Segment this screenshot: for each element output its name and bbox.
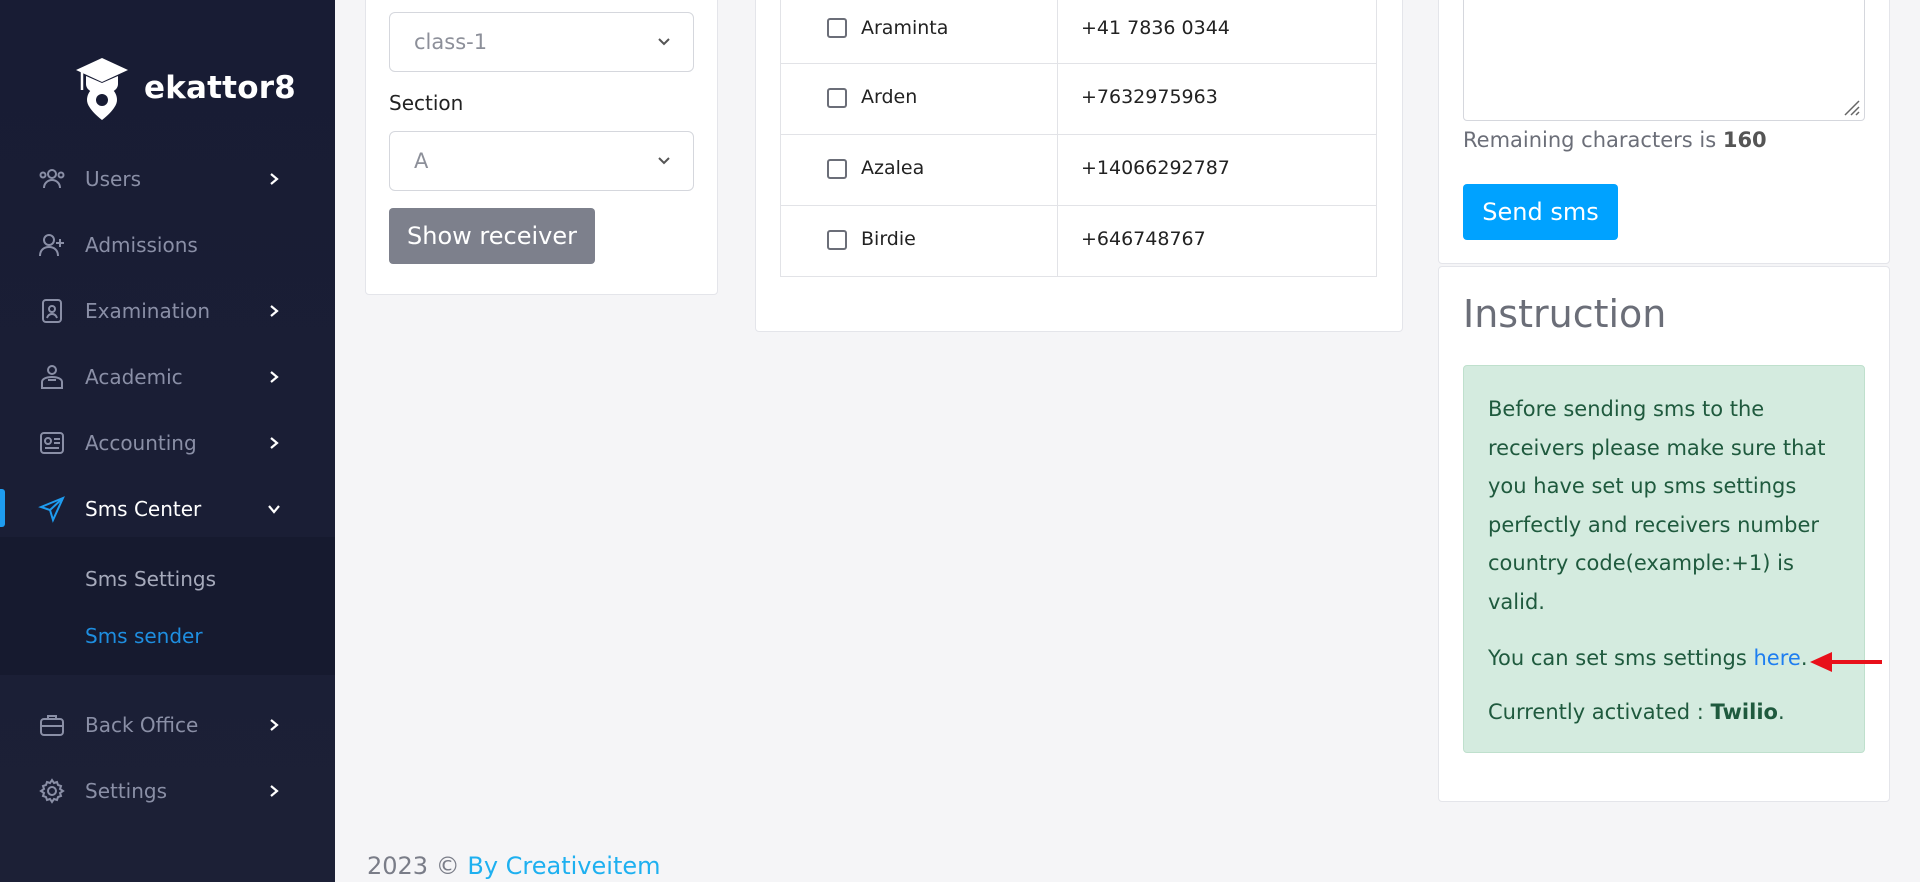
sidebar-item-settings[interactable]: Settings <box>0 763 335 819</box>
name-cell: Arden <box>781 64 1058 134</box>
chevron-right-icon <box>270 371 279 383</box>
chevron-right-icon <box>270 437 279 449</box>
receiver-checkbox[interactable] <box>827 88 847 108</box>
chevron-right-icon <box>270 719 279 731</box>
red-arrow-icon <box>1810 652 1882 672</box>
sidebar-item-examination[interactable]: Examination <box>0 283 335 339</box>
graduation-cap-icon <box>76 58 128 120</box>
receiver-name: Arden <box>861 86 918 108</box>
exam-icon <box>42 299 62 323</box>
sidebar-item-accounting[interactable]: Accounting <box>0 415 335 471</box>
sidebar-item-label: Users <box>85 167 142 191</box>
send-sms-button[interactable]: Send sms <box>1463 184 1618 240</box>
footer: 2023 © By Creativeitem <box>367 852 661 880</box>
resize-handle-icon[interactable] <box>1842 98 1860 116</box>
class-select-value: class-1 <box>414 30 488 54</box>
chevron-down-icon <box>268 505 280 514</box>
chevron-right-icon <box>270 173 279 185</box>
instruction-text: Before sending sms to the receivers plea… <box>1488 397 1826 614</box>
submenu-item-sms-settings[interactable]: Sms Settings <box>85 567 216 591</box>
show-receiver-button[interactable]: Show receiver <box>389 208 595 264</box>
receiver-name: Azalea <box>861 157 925 179</box>
class-select[interactable]: class-1 <box>389 12 694 72</box>
footer-credit-link[interactable]: By Creativeitem <box>467 852 660 880</box>
sidebar-item-label: Examination <box>85 299 211 323</box>
instruction-settings-line: You can set sms settings here. <box>1488 639 1808 678</box>
message-textarea[interactable] <box>1463 0 1865 121</box>
receiver-phone: +14066292787 <box>1081 157 1230 179</box>
receiver-checkbox[interactable] <box>827 230 847 250</box>
submenu-item-sms-sender[interactable]: Sms sender <box>85 624 203 648</box>
instruction-activated-line: Currently activated : Twilio. <box>1488 693 1785 732</box>
sms-center-submenu: Sms Settings Sms sender <box>0 537 335 675</box>
sidebar-item-sms-center[interactable]: Sms Center <box>0 481 335 537</box>
sidebar-item-label: Admissions <box>85 233 198 257</box>
active-indicator <box>0 489 5 527</box>
settings-here-link[interactable]: here <box>1754 646 1801 670</box>
footer-copyright: 2023 © <box>367 852 460 880</box>
section-select[interactable]: A <box>389 131 694 191</box>
remaining-characters: Remaining characters is 160 <box>1463 128 1767 152</box>
name-cell: Araminta <box>781 0 1058 63</box>
academic-icon <box>41 365 63 389</box>
sidebar-item-academic[interactable]: Academic <box>0 349 335 405</box>
send-icon <box>38 496 65 523</box>
activated-suffix: . <box>1777 700 1785 724</box>
remaining-label: Remaining characters is <box>1463 128 1717 152</box>
accounting-icon <box>40 432 64 454</box>
receiver-phone: +7632975963 <box>1081 86 1218 108</box>
receiver-name: Birdie <box>861 228 916 250</box>
sidebar: ekattor8 Users Admissions Examination Ac… <box>0 0 335 882</box>
briefcase-icon <box>40 715 64 736</box>
receiver-phone: +41 7836 0344 <box>1081 17 1230 39</box>
sidebar-item-label: Sms Center <box>85 497 202 521</box>
table-row: Arden +7632975963 <box>780 64 1377 135</box>
settings-prefix: You can set sms settings <box>1488 646 1747 670</box>
receiver-name: Araminta <box>861 17 949 39</box>
instruction-alert: Before sending sms to the receivers plea… <box>1463 365 1865 753</box>
users-icon <box>39 169 65 189</box>
section-label: Section <box>389 91 464 115</box>
chevron-down-icon <box>658 38 670 46</box>
name-cell: Azalea <box>781 135 1058 205</box>
table-row: Araminta +41 7836 0344 <box>780 0 1377 64</box>
sidebar-item-label: Academic <box>85 365 183 389</box>
activated-provider: Twilio <box>1710 700 1778 724</box>
receiver-checkbox[interactable] <box>827 18 847 38</box>
sidebar-item-label: Back Office <box>85 713 199 737</box>
brand[interactable]: ekattor8 <box>74 56 296 120</box>
chevron-right-icon <box>270 305 279 317</box>
sidebar-item-label: Settings <box>85 779 168 803</box>
table-row: Birdie +646748767 <box>780 206 1377 277</box>
name-cell: Birdie <box>781 206 1058 276</box>
section-select-value: A <box>414 149 429 173</box>
chevron-right-icon <box>270 785 279 797</box>
receiver-checkbox[interactable] <box>827 159 847 179</box>
gear-icon <box>39 778 65 804</box>
sidebar-item-label: Accounting <box>85 431 197 455</box>
brand-name: ekattor8 <box>144 70 296 106</box>
activated-prefix: Currently activated : <box>1488 700 1704 724</box>
sidebar-item-users[interactable]: Users <box>0 151 335 207</box>
instruction-title: Instruction <box>1463 292 1667 336</box>
sidebar-item-admissions[interactable]: Admissions <box>0 217 335 273</box>
chevron-down-icon <box>658 157 670 165</box>
table-row: Azalea +14066292787 <box>780 135 1377 206</box>
receiver-phone: +646748767 <box>1081 228 1206 250</box>
user-plus-icon <box>39 234 64 257</box>
remaining-count: 160 <box>1722 128 1767 152</box>
settings-suffix: . <box>1800 646 1808 670</box>
sidebar-item-back-office[interactable]: Back Office <box>0 697 335 753</box>
